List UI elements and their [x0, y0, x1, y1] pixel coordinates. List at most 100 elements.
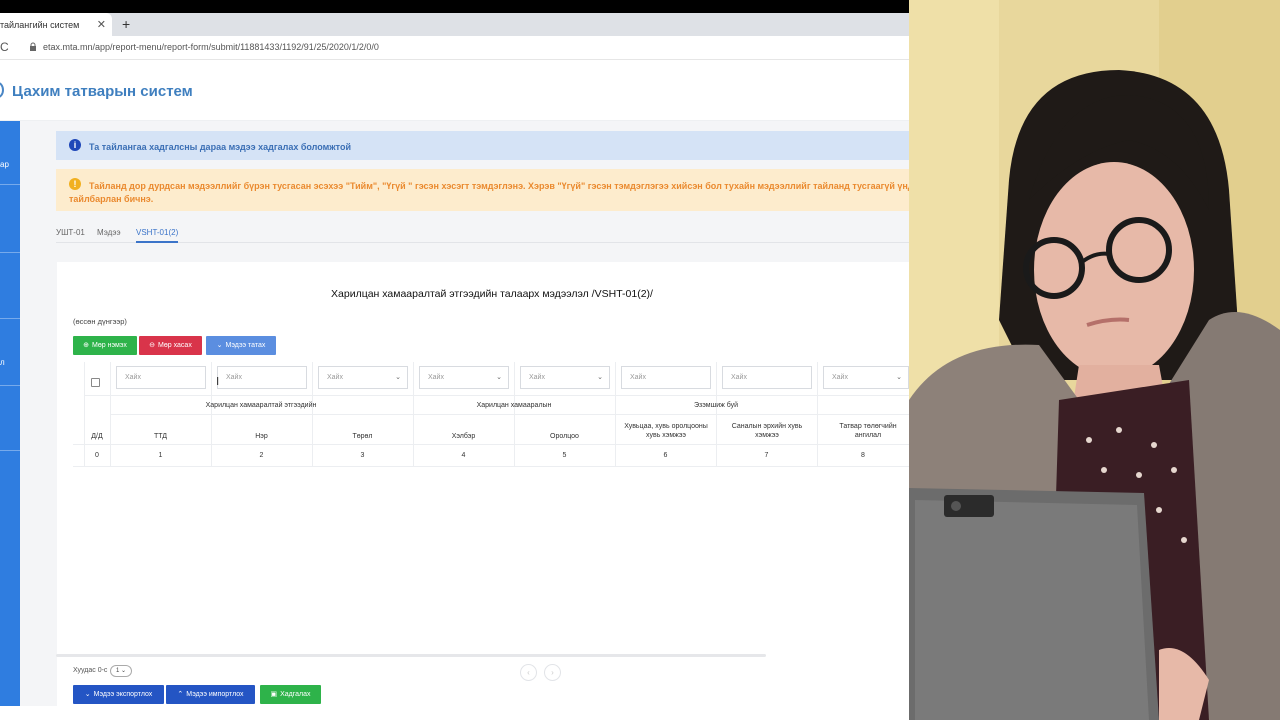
chevron-down-icon: ⌄	[216, 342, 223, 349]
column-number: 6	[663, 452, 668, 459]
tab-medee[interactable]: Мэдээ	[97, 228, 121, 237]
export-data-button[interactable]: ⌄ Мэдээ экспортлох	[73, 685, 164, 704]
sidebar-divider	[0, 318, 20, 319]
column-number: 2	[259, 452, 264, 459]
column-number: 8	[861, 452, 865, 459]
reload-icon[interactable]: C	[0, 40, 9, 54]
address-bar: C etax.mta.mn/app/report-menu/report-for…	[0, 36, 909, 60]
filter-vote-percent[interactable]: Хайх	[722, 366, 812, 389]
column-header: Саналын эрхийн хувь хэмжээ	[731, 423, 803, 439]
download-data-button[interactable]: ⌄ Мэдээ татах	[206, 336, 276, 355]
column-number: 5	[562, 452, 567, 459]
report-card: Харилцан хамааралтай этгээдийн талаарх м…	[57, 262, 909, 706]
warning-alert-text: Тайланд дор дурдсан мэдээллийг бүрэн тус…	[89, 181, 909, 191]
horizontal-scrollbar[interactable]	[56, 654, 766, 657]
filter-ttd[interactable]: Хайх	[116, 366, 206, 389]
filter-placeholder: Хайх	[630, 374, 646, 381]
filter-taxpayer-class[interactable]: Хайх ⌄	[823, 366, 909, 389]
sidebar: ар л	[0, 121, 20, 706]
close-icon[interactable]: ✕	[97, 18, 106, 31]
column-header: Оролцоо	[550, 433, 579, 440]
data-grid: Хайх Хайх Хайх ⌄ Хайх ⌄ Хайх ⌄ Хайх Хайх Ха…	[73, 362, 909, 467]
export-data-label: Мэдээ экспортлох	[93, 691, 153, 698]
main-content: i Та тайлангаа хадгалсны дараа мэдээ хад…	[20, 121, 909, 706]
form-tabs: УШТ-01 Мэдээ VSHT-01(2)	[56, 225, 909, 243]
save-icon: ▣	[270, 691, 278, 698]
logo-icon	[0, 82, 4, 98]
lock-icon	[30, 42, 36, 51]
group-header: Эзэмшиж буй	[693, 402, 739, 409]
warning-alert-text-2: тайлбарлан бичнэ.	[69, 194, 154, 204]
chevron-down-icon: ⌄	[84, 691, 91, 698]
grid-divider	[73, 466, 909, 467]
screen-recording: тайлангийн систем ✕ + C etax.mta.mn/app/…	[0, 0, 909, 720]
filter-type[interactable]: Хайх ⌄	[318, 366, 408, 389]
browser-tab-bar: тайлангийн систем ✕ +	[0, 13, 909, 36]
filter-placeholder: Хайх	[529, 374, 545, 381]
column-header: Нэр	[255, 433, 268, 440]
filter-form[interactable]: Хайх ⌄	[419, 366, 509, 389]
sidebar-item-label[interactable]: ар	[0, 160, 9, 169]
sidebar-item-label[interactable]: л	[0, 358, 5, 367]
chevron-down-icon: ⌄	[496, 374, 502, 381]
filter-participation[interactable]: Хайх ⌄	[520, 366, 610, 389]
page-info: Хуудас 0-с	[73, 667, 108, 674]
top-letterbox	[0, 0, 909, 13]
sidebar-divider	[0, 450, 20, 451]
grid-divider	[110, 414, 909, 415]
add-row-button[interactable]: ⊕ Мөр нэмэх	[73, 336, 137, 355]
column-number: 7	[764, 452, 769, 459]
remove-row-button[interactable]: ⊖ Мөр хасах	[139, 336, 202, 355]
sidebar-divider	[0, 184, 20, 185]
column-header: ТТД	[153, 433, 168, 440]
warning-alert: ! Тайланд дор дурдсан мэдээллийг бүрэн т…	[56, 169, 909, 211]
filter-placeholder: Хайх	[327, 374, 343, 381]
filter-placeholder: Хайх	[226, 374, 242, 381]
next-page-button[interactable]: ›	[544, 664, 561, 681]
filter-share-percent[interactable]: Хайх	[621, 366, 711, 389]
tab-usht-01[interactable]: УШТ-01	[56, 228, 85, 237]
add-row-label: Мөр нэмэх	[92, 342, 127, 349]
filter-placeholder: Хайх	[428, 374, 444, 381]
app-header: Цахим татварын систем	[0, 60, 909, 121]
unit-note: (өссөн дүнгээр)	[73, 317, 127, 326]
info-icon: i	[69, 139, 81, 151]
chevron-down-icon: ⌄	[395, 374, 401, 381]
filter-name[interactable]: Хайх	[217, 366, 307, 389]
column-header: Хувьцаа, хувь оролцооны хувь хэмжээ	[624, 423, 708, 439]
filter-placeholder: Хайх	[125, 374, 141, 381]
plus-circle-icon: ⊕	[83, 342, 90, 349]
group-header: Харилцан хамааралтай этгээдийн	[205, 402, 317, 409]
new-tab-icon[interactable]: +	[122, 16, 130, 32]
select-all-checkbox[interactable]	[91, 378, 100, 387]
webcam-overlay	[909, 0, 1280, 720]
chevron-down-icon: ⌄	[896, 374, 902, 381]
minus-circle-icon: ⊖	[149, 342, 156, 349]
tab-vsht-01-2[interactable]: VSHT-01(2)	[136, 228, 179, 243]
warning-icon: !	[69, 178, 81, 190]
column-number: 4	[461, 452, 466, 459]
sidebar-divider	[0, 385, 20, 386]
column-header: Хэлбэр	[451, 433, 476, 440]
prev-page-button[interactable]: ‹	[520, 664, 537, 681]
column-header: Татвар төлөгчийн ангилал	[839, 423, 897, 439]
remove-row-label: Мөр хасах	[158, 342, 192, 349]
filter-placeholder: Хайх	[832, 374, 848, 381]
group-header: Харилцан хамааралын	[476, 402, 552, 409]
download-data-label: Мэдээ татах	[225, 342, 266, 349]
sidebar-divider	[0, 252, 20, 253]
page-select[interactable]: 1 ⌄	[110, 665, 132, 677]
import-data-label: Мэдээ импортлох	[186, 691, 244, 698]
url-field[interactable]: etax.mta.mn/app/report-menu/report-form/…	[43, 42, 379, 52]
report-title: Харилцан хамааралтай этгээдийн талаарх м…	[331, 288, 653, 300]
browser-tab[interactable]: тайлангийн систем ✕	[0, 13, 112, 36]
browser-tab-title: тайлангийн систем	[0, 20, 80, 30]
import-data-button[interactable]: ⌃ Мэдээ импортлох	[166, 685, 255, 704]
column-number: 3	[360, 452, 365, 459]
app-title: Цахим татварын систем	[12, 83, 193, 100]
chevron-down-icon: ⌄	[597, 374, 603, 381]
presenter-image	[909, 0, 1280, 720]
grid-divider	[73, 444, 909, 445]
save-button[interactable]: ▣ Хадгалах	[260, 685, 321, 704]
chevron-up-icon: ⌃	[177, 691, 184, 698]
